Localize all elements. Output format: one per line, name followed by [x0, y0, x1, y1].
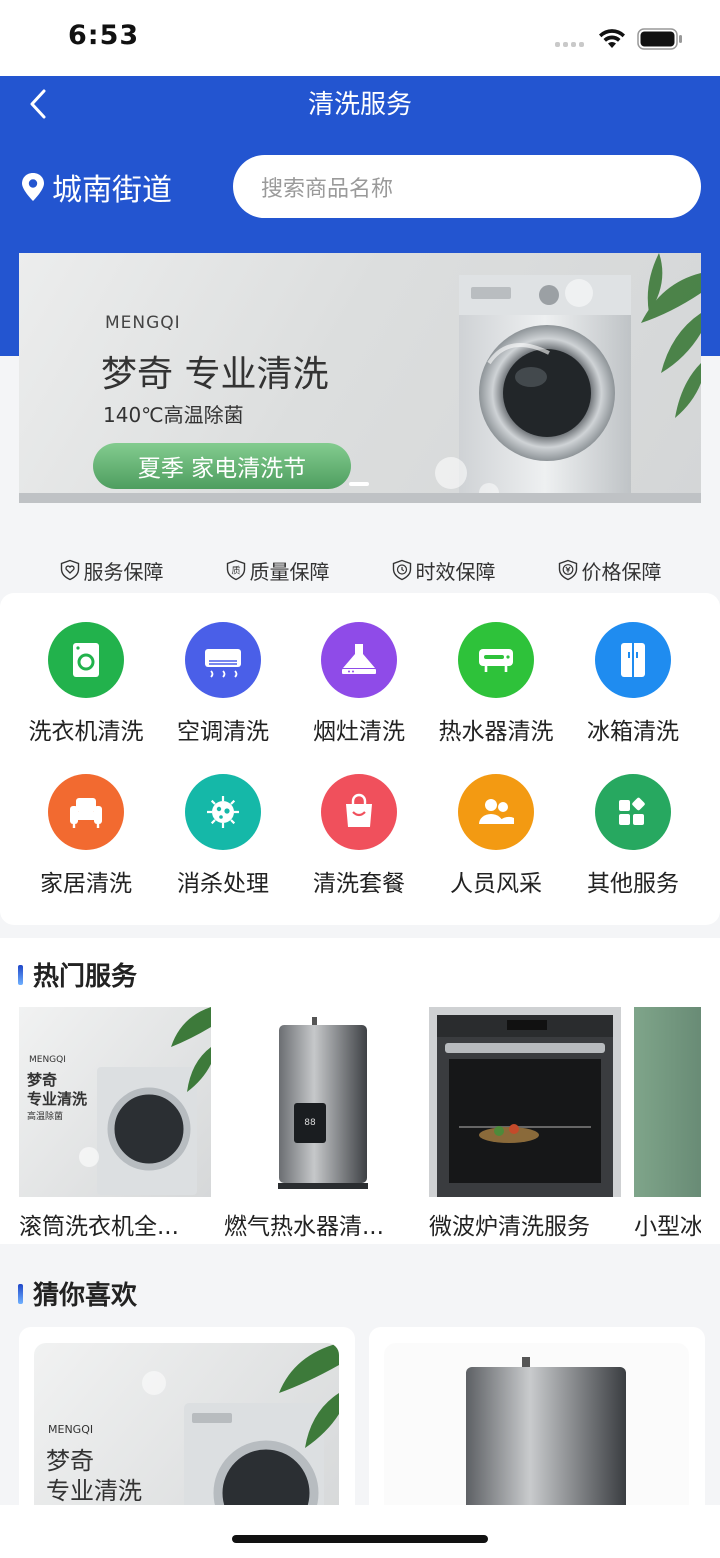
people-icon: [458, 774, 534, 850]
yen-badge-icon: [558, 559, 577, 581]
category-other[interactable]: 其他服务: [561, 774, 705, 898]
sofa-icon: [48, 774, 124, 850]
page-title: 清洗服务: [307, 90, 412, 120]
product-image: [384, 1343, 689, 1527]
product-name: 微波炉清洗服务: [429, 1214, 590, 1240]
hot-service-item[interactable]: MENGQI 梦奇 专业清洗 高温除菌 滚筒洗衣机全...: [19, 1007, 211, 1241]
product-image: [634, 1007, 701, 1197]
product-image: MENGQI 梦奇 专业清洗: [34, 1343, 339, 1527]
search-input[interactable]: 搜索商品名称: [233, 155, 701, 218]
water-heater-icon: [458, 622, 534, 698]
recommend-card[interactable]: [369, 1327, 705, 1527]
product-image: 88: [224, 1007, 416, 1197]
recommend-card[interactable]: MENGQI 梦奇 专业清洗: [19, 1327, 355, 1527]
svg-text:88: 88: [304, 1118, 316, 1128]
washing-machine-icon: [48, 622, 124, 698]
banner-page-indicator: [349, 482, 369, 486]
product-name: 燃气热水器清...: [224, 1214, 384, 1240]
hot-service-item[interactable]: 88 燃气热水器清...: [224, 1007, 416, 1241]
category-grid: 洗衣机清洗 空调清洗 烟灶清洗 热水器清洗 冰箱清洗 家居清洗 消杀处理 清洗套…: [0, 593, 720, 925]
guarantee-quality: 质 质量保障: [225, 548, 330, 592]
category-staff[interactable]: 人员风采: [424, 774, 568, 898]
air-conditioner-icon: [185, 622, 261, 698]
section-marker: [18, 964, 23, 985]
guarantee-timeliness: 时效保障: [391, 548, 496, 592]
hot-service-item[interactable]: 小型冰: [634, 1007, 701, 1241]
banner-title: 梦奇 专业清洗: [101, 354, 329, 395]
section-title: 猜你喜欢: [18, 1275, 137, 1312]
category-home[interactable]: 家居清洗: [14, 774, 158, 898]
banner-brand: MENGQI: [105, 313, 181, 333]
status-time: 6:53: [68, 20, 140, 51]
status-bar: 6:53: [0, 0, 720, 76]
hot-service-item[interactable]: 微波炉清洗服务: [429, 1007, 621, 1241]
banner-shadow: [19, 493, 701, 503]
product-image: [429, 1007, 621, 1197]
category-refrigerator[interactable]: 冰箱清洗: [561, 622, 705, 746]
banner-promo-pill: 夏季 家电清洗节: [93, 443, 351, 489]
signal-icon: [555, 42, 584, 47]
virus-icon: [185, 774, 261, 850]
apps-icon: [595, 774, 671, 850]
svg-text:质: 质: [231, 565, 240, 577]
location-label: 城南街道: [52, 173, 172, 208]
category-range-hood[interactable]: 烟灶清洗: [287, 622, 431, 746]
category-washing-machine[interactable]: 洗衣机清洗: [14, 622, 158, 746]
location-selector[interactable]: 城南街道: [20, 166, 172, 208]
battery-icon: [637, 28, 682, 50]
guarantee-service: 服务保障: [59, 548, 164, 592]
section-title: 热门服务: [18, 956, 137, 993]
product-name: 滚筒洗衣机全...: [19, 1214, 179, 1240]
refrigerator-icon: [595, 622, 671, 698]
section-marker: [18, 1283, 23, 1304]
quality-badge-icon: 质: [226, 559, 245, 581]
location-pin-icon: [22, 173, 44, 201]
guarantee-price: 价格保障: [557, 548, 662, 592]
category-water-heater[interactable]: 热水器清洗: [424, 622, 568, 746]
guess-like-section: 猜你喜欢 MENGQI 梦奇 专业清洗: [0, 1257, 720, 1527]
search-placeholder: 搜索商品名称: [261, 176, 394, 202]
product-name: 小型冰: [634, 1214, 701, 1240]
guarantee-row: 服务保障 质 质量保障 时效保障 价格保障: [0, 548, 720, 592]
wifi-icon: [599, 29, 625, 48]
product-image: MENGQI 梦奇 专业清洗 高温除菌: [19, 1007, 211, 1197]
hot-services-section: 热门服务 MENGQI 梦奇 专业清洗 高温除菌 滚筒洗衣机全... 88 燃气…: [0, 938, 720, 1244]
shield-heart-icon: [60, 559, 79, 581]
home-bar-area: [0, 1505, 720, 1558]
shopping-bag-icon: [321, 774, 397, 850]
category-disinfection[interactable]: 消杀处理: [151, 774, 295, 898]
banner-subtitle: 140℃高温除菌: [103, 403, 244, 427]
clock-badge-icon: [392, 559, 411, 581]
category-package[interactable]: 清洗套餐: [287, 774, 431, 898]
home-indicator[interactable]: [232, 1535, 488, 1543]
promo-banner[interactable]: MENGQI 梦奇 专业清洗 140℃高温除菌 夏季 家电清洗节: [19, 253, 701, 503]
range-hood-icon: [321, 622, 397, 698]
category-air-conditioner[interactable]: 空调清洗: [151, 622, 295, 746]
hot-services-list: MENGQI 梦奇 专业清洗 高温除菌 滚筒洗衣机全... 88 燃气热水器清.…: [19, 1007, 701, 1242]
